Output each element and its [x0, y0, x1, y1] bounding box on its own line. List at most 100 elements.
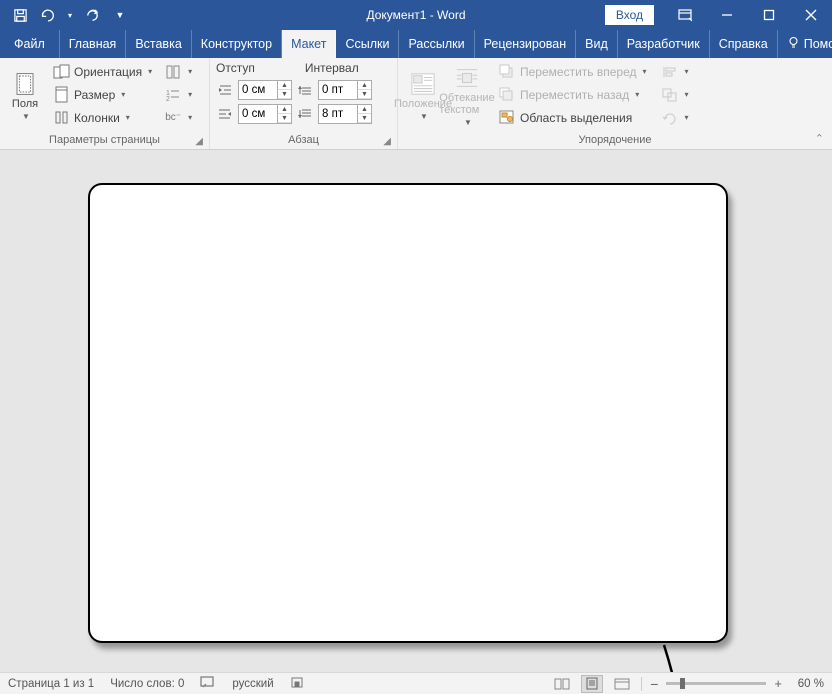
chevron-down-icon: ▾: [188, 113, 192, 122]
read-mode-button[interactable]: [551, 675, 573, 693]
tab-design[interactable]: Конструктор: [192, 30, 282, 58]
language-status[interactable]: русский: [232, 678, 273, 690]
rotate-icon: [661, 109, 679, 127]
spacing-before-icon: [296, 81, 314, 99]
chevron-down-icon: ▾: [121, 90, 125, 99]
document-page[interactable]: [88, 183, 728, 643]
spinner-up-icon[interactable]: ▲: [358, 105, 371, 114]
document-area[interactable]: [0, 150, 832, 672]
chevron-down-icon: ▾: [148, 67, 152, 76]
rotate-button: ▾: [659, 107, 691, 128]
indent-header: Отступ: [216, 61, 255, 75]
tab-view[interactable]: Вид: [576, 30, 618, 58]
tab-layout[interactable]: Макет: [282, 30, 336, 58]
selection-pane-button[interactable]: Область выделения: [496, 107, 649, 128]
tab-file[interactable]: Файл: [0, 30, 60, 58]
chevron-down-icon: ▾: [188, 90, 192, 99]
columns-button[interactable]: Колонки ▾: [50, 107, 154, 128]
sign-in-button[interactable]: Вход: [605, 5, 654, 25]
status-bar: Страница 1 из 1 Число слов: 0 русский − …: [0, 672, 832, 694]
orientation-label: Ориентация: [74, 65, 142, 79]
spellcheck-status[interactable]: [200, 675, 216, 692]
indent-right-input[interactable]: ▲▼: [238, 104, 292, 124]
macro-icon: [290, 676, 304, 692]
spacing-after-icon: [296, 105, 314, 123]
customize-qat-icon[interactable]: ▼: [108, 3, 132, 27]
dialog-launcher-icon[interactable]: ◢: [195, 136, 203, 147]
close-icon[interactable]: [790, 0, 832, 30]
tab-home[interactable]: Главная: [60, 30, 127, 58]
send-backward-button: Переместить назад▾: [496, 84, 649, 105]
chevron-down-icon: ▾: [126, 113, 130, 122]
save-icon[interactable]: [8, 3, 32, 27]
columns-label: Колонки: [74, 111, 120, 125]
print-layout-button[interactable]: [581, 675, 603, 693]
chevron-down-icon: ▾: [188, 67, 192, 76]
bring-forward-label: Переместить вперед: [520, 65, 636, 79]
tab-help[interactable]: Справка: [710, 30, 778, 58]
collapse-ribbon-icon[interactable]: ⌃: [815, 132, 824, 145]
tab-references[interactable]: Ссылки: [336, 30, 399, 58]
line-numbers-icon: 12: [164, 86, 182, 104]
margins-label: Поля: [12, 98, 38, 110]
group-label-paragraph: Абзац◢: [216, 132, 391, 149]
ribbon-display-options-icon[interactable]: [664, 0, 706, 30]
margins-button[interactable]: Поля ▼: [6, 61, 44, 132]
indent-left-input[interactable]: ▲▼: [238, 80, 292, 100]
redo-icon[interactable]: [80, 3, 104, 27]
word-count-status[interactable]: Число слов: 0: [110, 678, 184, 690]
group-label-page-setup: Параметры страницы◢: [6, 132, 203, 149]
tab-review[interactable]: Рецензирован: [475, 30, 577, 58]
size-button[interactable]: Размер ▾: [50, 84, 154, 105]
align-button: ▾: [659, 61, 691, 82]
group-objects-button: ▾: [659, 84, 691, 105]
web-layout-button[interactable]: [611, 675, 633, 693]
spacing-before-input[interactable]: ▲▼: [318, 80, 372, 100]
lightbulb-icon: [787, 36, 800, 53]
chevron-down-icon: ▼: [22, 112, 30, 121]
tab-mailings[interactable]: Рассылки: [399, 30, 474, 58]
page-number-status[interactable]: Страница 1 из 1: [8, 678, 94, 690]
dialog-launcher-icon[interactable]: ◢: [383, 136, 391, 147]
hyphenation-icon: bc⁻: [164, 109, 182, 127]
group-page-setup: Поля ▼ Ориентация ▾ Размер ▾ Колонки ▾: [0, 58, 210, 149]
spinner-down-icon[interactable]: ▼: [358, 114, 371, 123]
maximize-icon[interactable]: [748, 0, 790, 30]
spinner-down-icon[interactable]: ▼: [278, 90, 291, 99]
minimize-icon[interactable]: [706, 0, 748, 30]
tab-developer[interactable]: Разработчик: [618, 30, 710, 58]
spinner-up-icon[interactable]: ▲: [278, 105, 291, 114]
macro-status[interactable]: [290, 676, 304, 692]
chevron-down-icon: ▾: [685, 67, 689, 76]
line-numbers-button[interactable]: 12 ▾: [162, 84, 194, 105]
spacing-after-input[interactable]: ▲▼: [318, 104, 372, 124]
group-label-arrange: Упорядочение: [404, 132, 826, 149]
size-label: Размер: [74, 88, 115, 102]
zoom-slider[interactable]: [666, 682, 766, 685]
breaks-button[interactable]: ▾: [162, 61, 194, 82]
spinner-up-icon[interactable]: ▲: [358, 81, 371, 90]
qat-dropdown-icon[interactable]: ▾: [64, 3, 76, 27]
zoom-out-button[interactable]: −: [650, 676, 658, 692]
chevron-down-icon: ▾: [685, 90, 689, 99]
hyphenation-button[interactable]: bc⁻ ▾: [162, 107, 194, 128]
chevron-down-icon: ▼: [420, 112, 428, 121]
spellcheck-icon: [200, 675, 216, 692]
send-backward-icon: [498, 86, 516, 104]
spinner-up-icon[interactable]: ▲: [278, 81, 291, 90]
bring-forward-icon: [498, 63, 516, 81]
undo-icon[interactable]: [36, 3, 60, 27]
spinner-down-icon[interactable]: ▼: [278, 114, 291, 123]
tab-insert[interactable]: Вставка: [126, 30, 191, 58]
title-bar: ▾ ▼ Документ1 - Word Вход: [0, 0, 832, 30]
page-size-icon: [52, 86, 70, 104]
chevron-down-icon: ▾: [685, 113, 689, 122]
zoom-in-button[interactable]: +: [774, 676, 782, 691]
columns-icon: [52, 109, 70, 127]
orientation-button[interactable]: Ориентация ▾: [50, 61, 154, 82]
tell-me-button[interactable]: Помощн: [778, 30, 832, 58]
tell-me-label: Помощн: [804, 37, 832, 51]
spinner-down-icon[interactable]: ▼: [358, 90, 371, 99]
zoom-slider-thumb[interactable]: [680, 678, 685, 689]
zoom-level[interactable]: 60 %: [790, 678, 824, 690]
